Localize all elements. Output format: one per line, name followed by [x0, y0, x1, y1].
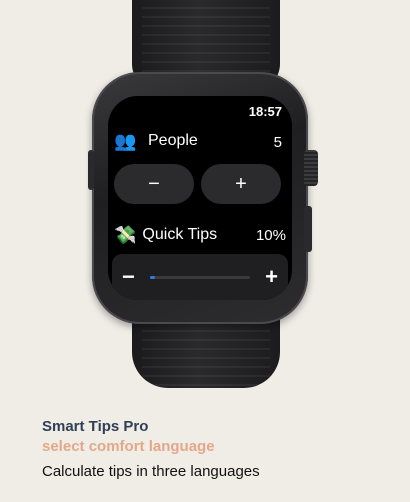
- slider-increment-button[interactable]: +: [265, 264, 278, 290]
- app-subtitle: select comfort language: [42, 438, 215, 455]
- people-icon: 👥: [114, 131, 136, 151]
- app-description: Calculate tips in three languages: [42, 463, 260, 480]
- people-decrement-button[interactable]: −: [114, 164, 194, 204]
- people-label: People: [148, 132, 198, 149]
- digital-crown: [304, 150, 318, 186]
- action-button: [88, 150, 94, 190]
- status-time: 18:57: [248, 104, 282, 119]
- people-increment-button[interactable]: +: [201, 164, 281, 204]
- watch-screen: 18:57 👥 People 5 − + 💸 Quick Tips 10% − …: [108, 96, 292, 300]
- slider-decrement-button[interactable]: −: [122, 264, 135, 290]
- people-count: 5: [273, 134, 282, 151]
- tips-row: 💸 Quick Tips: [114, 226, 217, 244]
- side-button: [304, 206, 312, 252]
- tips-percent: 10%: [255, 227, 286, 244]
- app-title: Smart Tips Pro: [42, 418, 149, 435]
- slider-fill: [150, 276, 155, 279]
- tip-slider[interactable]: − +: [112, 254, 288, 300]
- tips-label: Quick Tips: [142, 226, 218, 243]
- people-row: 👥 People: [114, 132, 198, 150]
- slider-track[interactable]: [150, 276, 250, 279]
- money-hand-icon: 💸: [114, 225, 137, 245]
